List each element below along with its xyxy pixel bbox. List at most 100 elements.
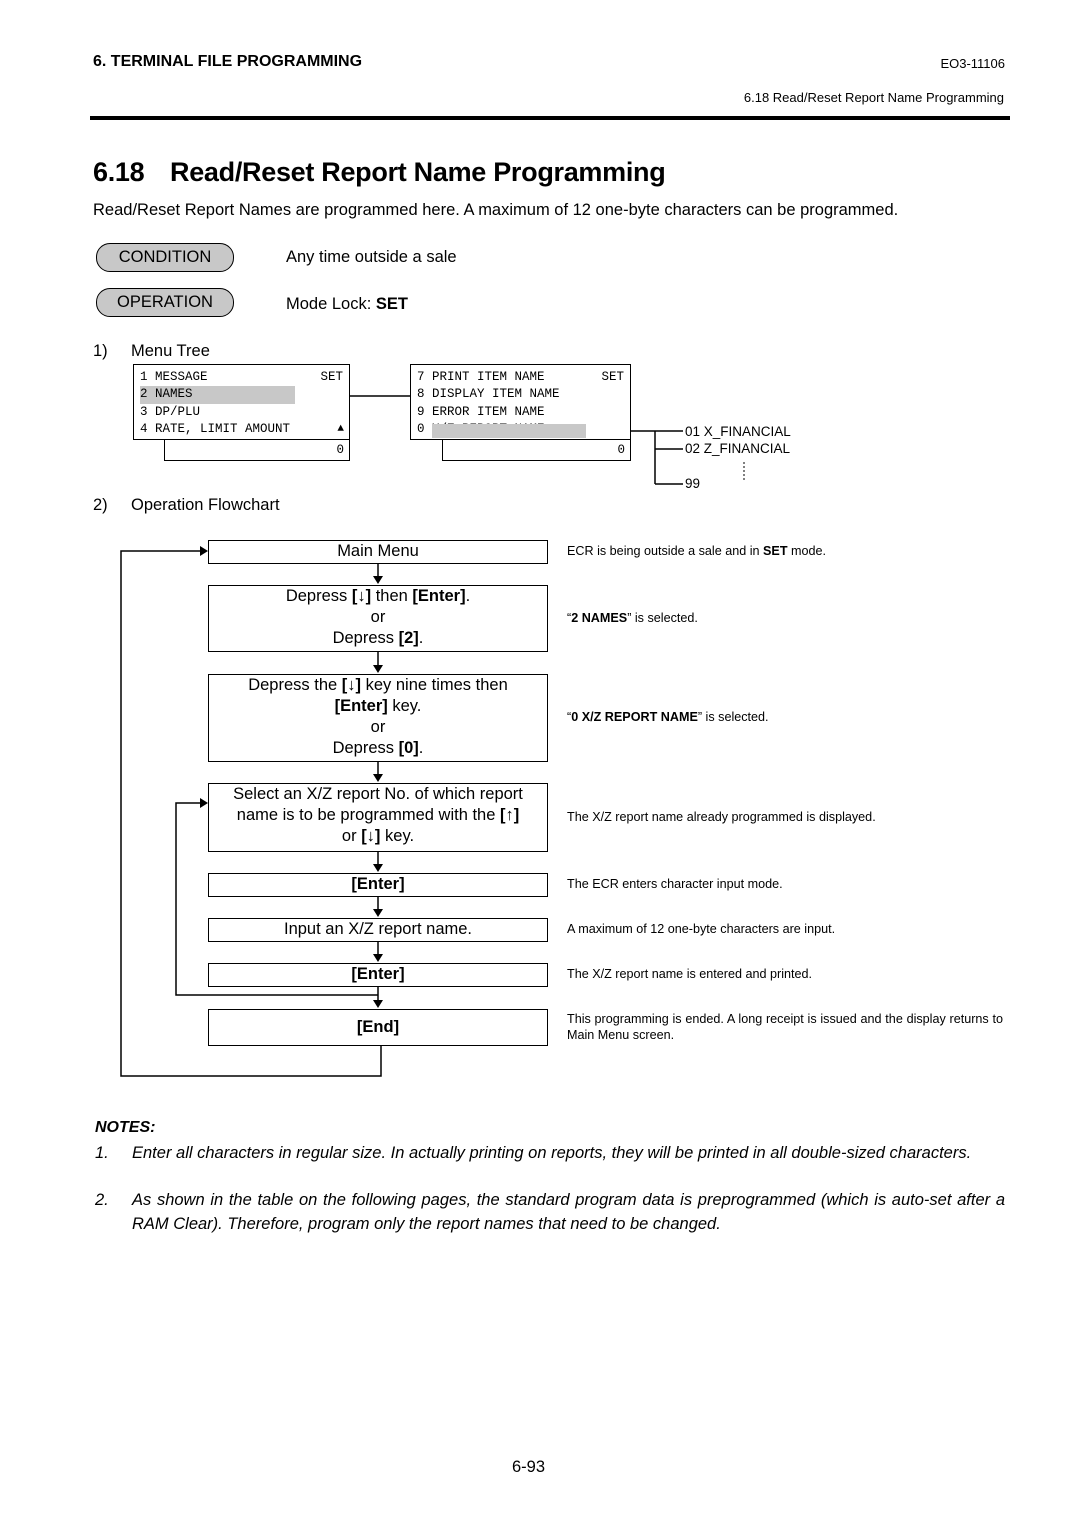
flow-note: “2 NAMES” is selected. — [567, 611, 698, 625]
text-run: or — [370, 718, 386, 736]
key-label: 2 NAMES — [571, 611, 628, 625]
menu-tree-number: 1) — [93, 342, 108, 360]
flow-note: The ECR enters character input mode. — [567, 877, 783, 891]
text-run: ” is selected. — [627, 611, 698, 625]
note-number: 1. — [95, 1144, 109, 1162]
text-run: Depress — [332, 629, 399, 647]
lcd-row-selected: 2 NAMES — [134, 386, 349, 404]
flow-step-end: [End] — [208, 1009, 548, 1046]
flow-step-line: Main Menu — [209, 541, 547, 562]
note-item: 2. As shown in the table on the followin… — [95, 1188, 1005, 1236]
lcd-row: 8 DISPLAY ITEM NAME — [411, 386, 630, 403]
note-text: As shown in the table on the following p… — [132, 1191, 1005, 1233]
flow-step-line: or — [209, 717, 547, 738]
mode-indicator: SET — [320, 370, 343, 384]
flow-step-main-menu: Main Menu — [208, 540, 548, 564]
lcd-row: 3 DP/PLU — [134, 404, 349, 421]
flow-note: The X/Z report name already programmed i… — [567, 810, 876, 824]
key-label: SET — [763, 544, 788, 558]
flow-note: The X/Z report name is entered and print… — [567, 967, 812, 981]
text-run: . — [465, 587, 471, 605]
flowchart-number: 2) — [93, 496, 108, 514]
flow-step-line: or — [209, 607, 547, 628]
flow-step-line: [End] — [209, 1010, 547, 1044]
flow-step-enter-confirm: [Enter] — [208, 963, 548, 987]
flow-note: A maximum of 12 one-byte characters are … — [567, 922, 835, 936]
notes-heading: NOTES: — [95, 1119, 156, 1136]
chapter-title: 6. TERMINAL FILE PROGRAMMING — [93, 53, 363, 70]
flow-step-line: Input an X/Z report name. — [209, 919, 547, 940]
lcd-row: 4 RATE, LIMIT AMOUNT ▲ — [134, 421, 349, 438]
flow-note: This programming is ended. A long receip… — [567, 1011, 1003, 1043]
text-run: This programming is ended. A long receip… — [567, 1012, 1003, 1042]
text-run: Input an X/Z report name. — [283, 920, 473, 938]
section-number: 6.18 — [93, 157, 145, 187]
key-label: [End] — [356, 1018, 400, 1036]
condition-badge: CONDITION — [96, 243, 234, 272]
section-title: 6.18 Read/Reset Report Name Programming — [93, 157, 666, 188]
lcd-row-text: 7 PRINT ITEM NAME — [417, 370, 545, 384]
text-run: The ECR enters character input mode. — [567, 877, 783, 891]
flow-step-line: Depress [0]. — [209, 738, 547, 759]
text-run: then — [371, 587, 413, 605]
flowchart-heading: Operation Flowchart — [131, 496, 280, 514]
lcd-footer: 0 — [442, 440, 631, 461]
document-id: EO3-11106 — [940, 56, 1005, 71]
key-label: 0 X/Z REPORT NAME — [571, 710, 698, 724]
flow-step-select-report-number: Select an X/Z report No. of which report… — [208, 783, 548, 852]
mode-indicator: SET — [601, 370, 624, 384]
text-run: or — [341, 827, 362, 845]
text-run: The X/Z report name already programmed i… — [567, 810, 876, 824]
text-run: Select an X/Z report No. of which report — [233, 785, 523, 803]
flow-step-line: Select an X/Z report No. of which report — [209, 784, 547, 805]
flow-step-line: or [↓] key. — [209, 826, 547, 847]
text-run: Depress — [332, 739, 399, 757]
lcd-row: 7 PRINT ITEM NAME SET — [411, 369, 630, 386]
key-label: [↓] — [341, 676, 362, 694]
note-number: 2. — [95, 1191, 109, 1209]
lcd-row-text: 4 RATE, LIMIT AMOUNT — [140, 421, 291, 436]
lcd-row-text: 2 NAMES — [140, 386, 295, 404]
key-label: [↓] — [351, 587, 372, 605]
flow-step-line: Depress [↓] then [Enter]. — [209, 586, 547, 607]
flow-step-line: [Enter] — [209, 964, 547, 985]
operation-text-prefix: Mode Lock: — [286, 295, 376, 313]
text-run: ” is selected. — [697, 710, 769, 724]
text-run: . — [418, 739, 424, 757]
section-title-text: Read/Reset Report Name Programming — [170, 157, 666, 187]
text-run: Depress the — [248, 676, 342, 694]
flow-step-line: Depress the [↓] key nine times then — [209, 675, 547, 696]
flow-step-line: [Enter] — [209, 874, 547, 895]
condition-text: Any time outside a sale — [286, 248, 457, 266]
page-number: 6-93 — [512, 1458, 546, 1476]
key-label: [0] — [398, 739, 419, 757]
lcd-row-text: 8 DISPLAY ITEM NAME — [417, 387, 560, 402]
flow-step-enter: [Enter] — [208, 873, 548, 897]
text-run: Depress — [285, 587, 352, 605]
lcd-row-text: 3 DP/PLU — [140, 404, 201, 419]
text-run: The X/Z report name is entered and print… — [567, 967, 813, 981]
lcd-footer: 0 — [164, 440, 350, 461]
operation-text: Mode Lock: SET — [286, 295, 408, 314]
lcd-row: 1 MESSAGE SET — [134, 369, 349, 386]
up-down-arrow-icon: ▲ — [337, 422, 344, 435]
flow-step-line: name is to be programmed with the [↑] — [209, 805, 547, 826]
flow-step-input-name: Input an X/Z report name. — [208, 918, 548, 942]
diagram-connectors — [120, 395, 745, 1077]
key-label: [Enter] — [334, 697, 388, 715]
sub-item: 99 — [685, 476, 701, 491]
flow-step-select-xz-report: Depress the [↓] key nine times then [Ente… — [208, 674, 548, 762]
text-run: key nine times then — [361, 676, 508, 694]
flow-note: ECR is being outside a sale and in SET m… — [567, 544, 826, 558]
lcd-row-text: 9 ERROR ITEM NAME — [417, 404, 545, 419]
text-run: . — [418, 629, 424, 647]
flow-step-select-names: Depress [↓] then [Enter]. or Depress [2]. — [208, 585, 548, 652]
menu-tree-heading: Menu Tree — [131, 342, 210, 360]
lcd-row: 9 ERROR ITEM NAME — [411, 404, 630, 421]
key-label: [Enter] — [351, 875, 405, 893]
text-run: key. — [387, 697, 422, 715]
intro-paragraph: Read/Reset Report Names are programmed h… — [93, 201, 899, 219]
text-run: name is to be programmed with the — [236, 806, 500, 824]
key-label: [↑] — [499, 806, 520, 824]
sub-item: 02 Z_FINANCIAL — [685, 441, 791, 456]
